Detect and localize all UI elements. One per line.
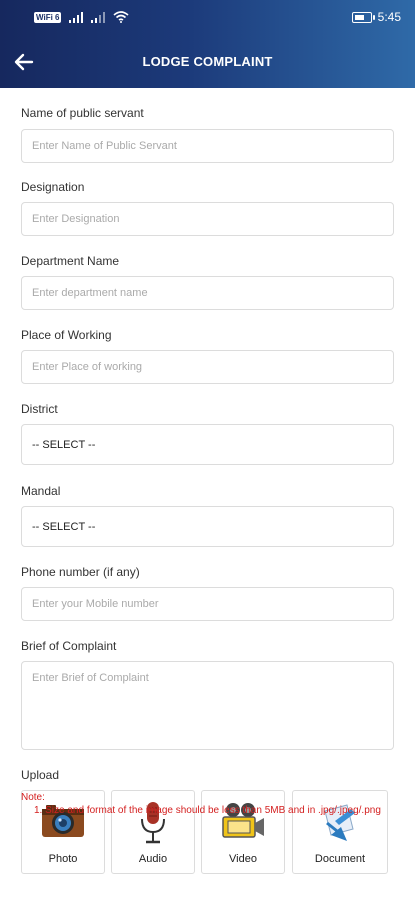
public-servant-label: Name of public servant xyxy=(21,106,144,120)
upload-video-label: Video xyxy=(229,853,257,865)
app-bar: LODGE COMPLAINT xyxy=(0,36,415,88)
brief-label: Brief of Complaint xyxy=(21,639,117,653)
upload-audio-button[interactable]: Audio xyxy=(111,790,195,874)
status-right: 5:45 xyxy=(351,10,401,24)
mandal-select[interactable]: -- SELECT -- xyxy=(21,506,394,547)
upload-audio-label: Audio xyxy=(138,853,168,865)
battery-level xyxy=(354,14,365,20)
department-input[interactable]: Enter department name xyxy=(21,276,394,310)
designation-input[interactable]: Enter Designation xyxy=(21,202,394,236)
public-servant-input[interactable]: Enter Name of Public Servant xyxy=(21,129,394,163)
page-title: LODGE COMPLAINT xyxy=(142,54,273,69)
phone-input[interactable]: Enter your Mobile number xyxy=(21,587,394,621)
mandal-label: Mandal xyxy=(21,484,61,498)
wifi6-badge: WiFi 6 xyxy=(34,11,62,23)
upload-document-label: Document xyxy=(314,853,366,865)
place-input[interactable]: Enter Place of working xyxy=(21,350,394,384)
upload-document-button[interactable]: Document xyxy=(292,790,388,874)
wifi-icon xyxy=(113,11,130,23)
signal-icon-2 xyxy=(91,11,106,23)
note-title: Note: xyxy=(21,792,45,803)
upload-label: Upload xyxy=(21,768,60,782)
status-time: 5:45 xyxy=(377,10,401,24)
brief-textarea[interactable]: Enter Brief of Complaint xyxy=(21,661,394,750)
district-label: District xyxy=(21,402,58,416)
department-label: Department Name xyxy=(21,254,120,268)
upload-video-button[interactable]: Video xyxy=(201,790,285,874)
upload-photo-label: Photo xyxy=(48,853,78,865)
signal-icon xyxy=(69,11,84,23)
designation-label: Designation xyxy=(21,180,85,194)
complaint-form: Name of public servant Enter Name of Pub… xyxy=(0,88,415,900)
district-select[interactable]: -- SELECT -- xyxy=(21,424,394,465)
status-left: WiFi 6 xyxy=(34,11,130,23)
note-item: 1. Size and format of the image should b… xyxy=(34,805,381,816)
place-label: Place of Working xyxy=(21,328,112,342)
phone-label: Phone number (if any) xyxy=(21,565,140,579)
battery-icon xyxy=(351,11,375,23)
status-bar: WiFi 6 5:45 xyxy=(0,0,415,36)
